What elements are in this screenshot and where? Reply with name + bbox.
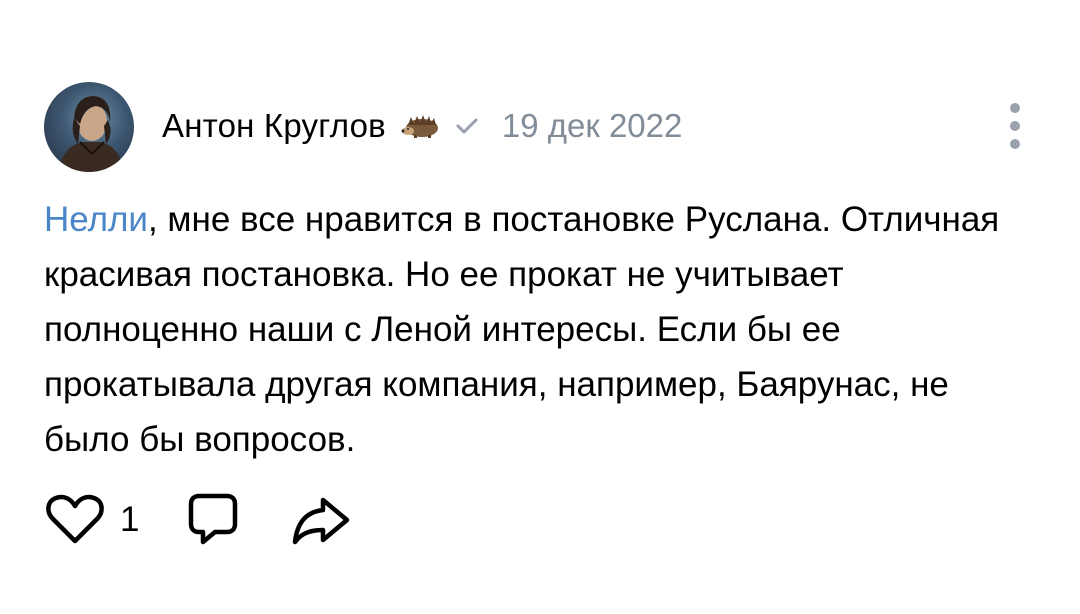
share-button[interactable]	[291, 494, 351, 546]
heart-icon	[46, 494, 104, 544]
share-icon	[293, 497, 350, 545]
comment-text: Нелли, мне все нравится в постановке Рус…	[44, 192, 1034, 467]
mention-link[interactable]: Нелли	[44, 200, 148, 239]
comment-icon	[189, 493, 238, 545]
like-count: 1	[120, 500, 140, 539]
avatar[interactable]	[44, 82, 134, 172]
comment-date: 19 дек 2022	[501, 107, 683, 144]
more-vertical-icon[interactable]	[1000, 100, 1030, 152]
hedgehog-icon	[400, 113, 442, 139]
comment: Антон Круглов 19 дек 2022 Нелли, мне все…	[0, 0, 1080, 614]
comment-actions: 1	[44, 490, 351, 550]
comment-body: , мне все нравится в постановке Руслана.…	[44, 200, 1000, 459]
like-button[interactable]: 1	[44, 494, 187, 546]
comment-header: Антон Круглов 19 дек 2022	[162, 104, 682, 148]
author-name[interactable]: Антон Круглов	[162, 107, 386, 145]
reply-button[interactable]	[187, 492, 239, 548]
checkmark-icon	[454, 113, 480, 139]
